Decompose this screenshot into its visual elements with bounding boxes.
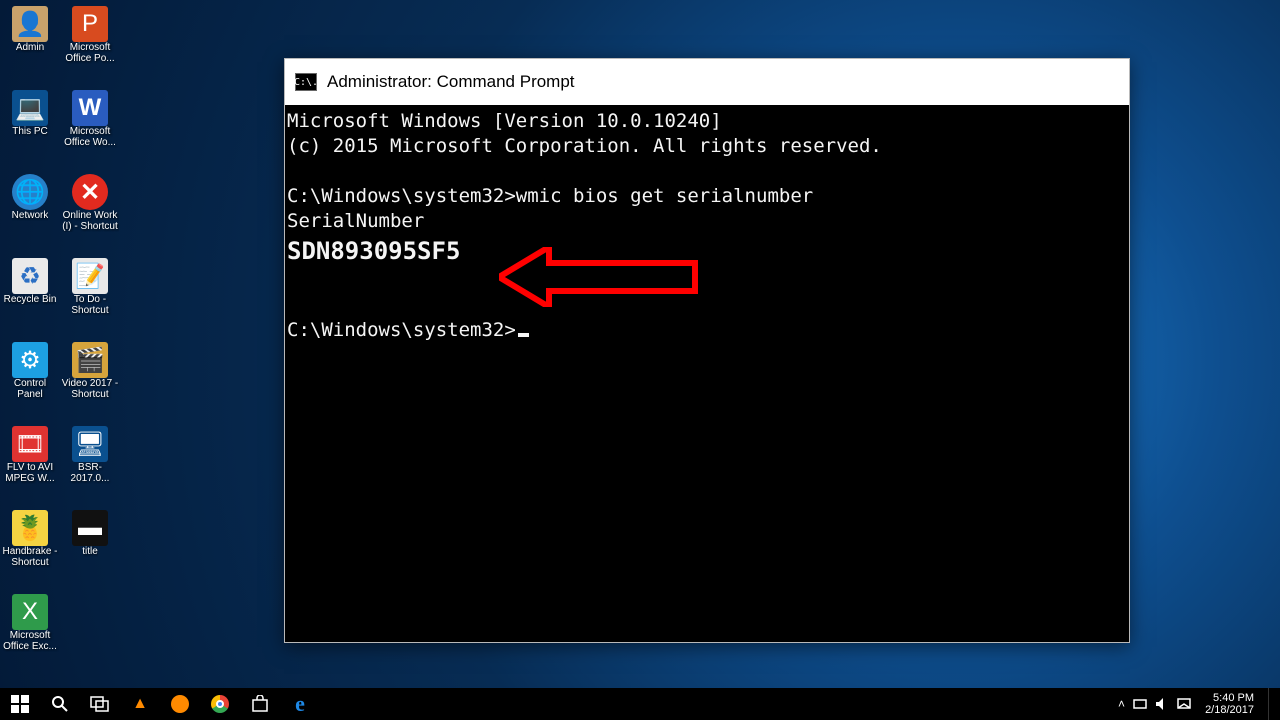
edge-icon: e xyxy=(295,691,305,717)
icon-label: To Do - Shortcut xyxy=(61,294,119,316)
word-icon: W xyxy=(72,90,108,126)
command-prompt-window[interactable]: C:\. Administrator: Command Prompt Micro… xyxy=(284,58,1130,643)
film-icon: 🎬 xyxy=(72,342,108,378)
firefox-icon xyxy=(171,695,189,713)
system-tray[interactable]: ˄ xyxy=(1118,697,1191,711)
icon-label: BSR-2017.0... xyxy=(61,462,119,484)
windows-icon xyxy=(11,695,29,713)
text-cursor xyxy=(518,333,529,337)
icon-label: Network xyxy=(12,210,49,221)
panel-icon: ⚙ xyxy=(12,342,48,378)
search-button[interactable] xyxy=(40,688,80,720)
icon-label: Handbrake - Shortcut xyxy=(1,546,59,568)
task-view-icon xyxy=(90,696,110,712)
annotation-arrow-icon xyxy=(499,247,699,307)
desktop-icon-handbrake[interactable]: 🍍Handbrake - Shortcut xyxy=(0,510,60,590)
taskbar: ▲ e ˄ 5:40 PM 2/18/2017 xyxy=(0,688,1280,720)
desktop-icon-bsr[interactable]: 🖥BSR-2017.0... xyxy=(60,426,120,506)
icon-label: This PC xyxy=(12,126,48,137)
window-title: Administrator: Command Prompt xyxy=(327,72,575,92)
globe-icon: 🌐 xyxy=(12,174,48,210)
start-button[interactable] xyxy=(0,688,40,720)
taskbar-app-vlc[interactable]: ▲ xyxy=(120,688,160,720)
desktop-icon-flv[interactable]: 🎞FLV to AVI MPEG W... xyxy=(0,426,60,506)
icon-label: Recycle Bin xyxy=(4,294,57,305)
cmd-icon: C:\. xyxy=(295,73,317,91)
prompt-path: C:\Windows\system32> xyxy=(287,319,516,341)
window-titlebar[interactable]: C:\. Administrator: Command Prompt xyxy=(285,59,1129,105)
clock-date: 2/18/2017 xyxy=(1205,704,1254,716)
bin-icon: ♻ xyxy=(12,258,48,294)
pc-icon: 💻 xyxy=(12,90,48,126)
icon-label: FLV to AVI MPEG W... xyxy=(1,462,59,484)
desktop-icon-excel[interactable]: XMicrosoft Office Exc... xyxy=(0,594,60,674)
output-header: SerialNumber xyxy=(287,210,424,232)
search-icon xyxy=(51,695,69,713)
icon-label: Microsoft Office Wo... xyxy=(61,126,119,148)
icon-label: Microsoft Office Po... xyxy=(61,42,119,64)
desktop-icon-online-work[interactable]: ✕Online Work (I) - Shortcut xyxy=(60,174,120,254)
close-icon: ✕ xyxy=(72,174,108,210)
icon-label: Control Panel xyxy=(1,378,59,400)
taskbar-app-edge[interactable]: e xyxy=(280,688,320,720)
desktop-icon-admin[interactable]: 👤Admin xyxy=(0,6,60,86)
excel-icon: X xyxy=(12,594,48,630)
user-icon: 👤 xyxy=(12,6,48,42)
file-icon: ▬ xyxy=(72,510,108,546)
network-tray-icon[interactable] xyxy=(1133,697,1147,711)
note-icon: 📝 xyxy=(72,258,108,294)
icon-label: Microsoft Office Exc... xyxy=(1,630,59,652)
desktop-icon-video[interactable]: 🎬Video 2017 - Shortcut xyxy=(60,342,120,422)
clock-time: 5:40 PM xyxy=(1213,692,1254,704)
show-desktop-button[interactable] xyxy=(1268,688,1274,720)
icon-label: Video 2017 - Shortcut xyxy=(61,378,119,400)
chrome-icon xyxy=(211,695,229,713)
icon-label: Admin xyxy=(16,42,44,53)
prompt-path: C:\Windows\system32> xyxy=(287,185,516,207)
taskbar-app-chrome[interactable] xyxy=(200,688,240,720)
screen-icon: 🖥 xyxy=(72,426,108,462)
store-icon xyxy=(251,695,269,713)
copyright-line: (c) 2015 Microsoft Corporation. All righ… xyxy=(287,135,882,157)
chevron-up-icon[interactable]: ˄ xyxy=(1118,697,1125,711)
desktop-icon-word[interactable]: WMicrosoft Office Wo... xyxy=(60,90,120,170)
desktop-icon-title[interactable]: ▬title xyxy=(60,510,120,590)
typed-command: wmic bios get serialnumber xyxy=(516,185,813,207)
serial-number-output: SDN893095SF5 xyxy=(287,237,460,265)
volume-icon[interactable] xyxy=(1155,697,1169,711)
notifications-icon[interactable] xyxy=(1177,697,1191,711)
desktop-icon-this-pc[interactable]: 💻This PC xyxy=(0,90,60,170)
cone-icon: ▲ xyxy=(132,695,148,713)
icon-label: Online Work (I) - Shortcut xyxy=(61,210,119,232)
desktop-icon-recycle-bin[interactable]: ♻Recycle Bin xyxy=(0,258,60,338)
desktop-icon-control-panel[interactable]: ⚙Control Panel xyxy=(0,342,60,422)
powerpoint-icon: P xyxy=(72,6,108,42)
desktop-icon-todo[interactable]: 📝To Do - Shortcut xyxy=(60,258,120,338)
desktop-icon-powerpoint[interactable]: PMicrosoft Office Po... xyxy=(60,6,120,86)
handbrake-icon: 🍍 xyxy=(12,510,48,546)
desktop-icon-network[interactable]: 🌐Network xyxy=(0,174,60,254)
version-line: Microsoft Windows [Version 10.0.10240] xyxy=(287,110,722,132)
taskbar-clock[interactable]: 5:40 PM 2/18/2017 xyxy=(1201,692,1258,716)
icon-label: title xyxy=(82,546,98,557)
taskbar-app-firefox[interactable] xyxy=(160,688,200,720)
terminal-body[interactable]: Microsoft Windows [Version 10.0.10240] (… xyxy=(285,105,1129,347)
task-view-button[interactable] xyxy=(80,688,120,720)
converter-icon: 🎞 xyxy=(12,426,48,462)
taskbar-app-store[interactable] xyxy=(240,688,280,720)
